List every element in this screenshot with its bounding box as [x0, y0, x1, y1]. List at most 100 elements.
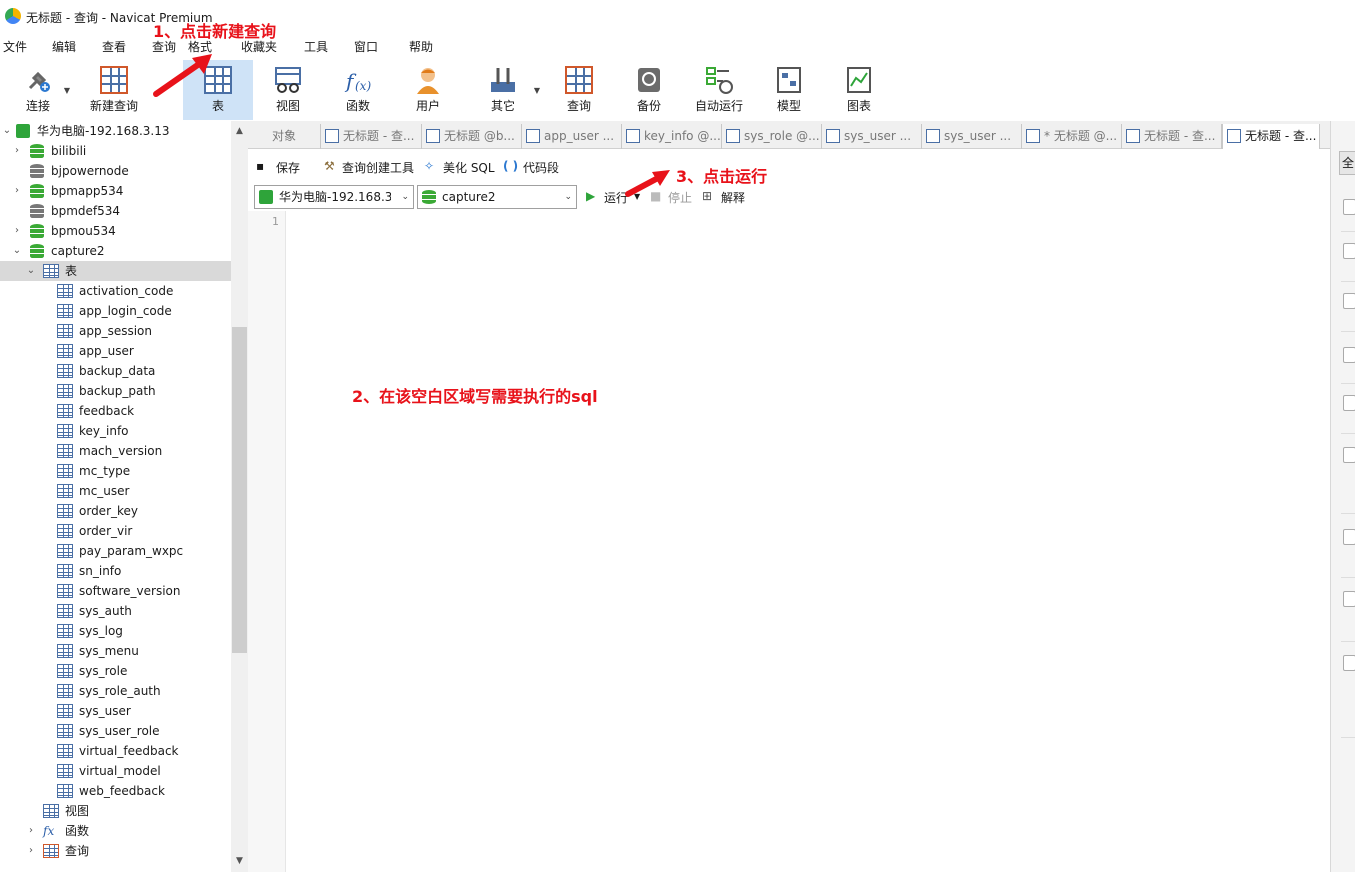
new-query-label: 新建查询	[89, 99, 138, 113]
tool-view-button[interactable]: 视图	[253, 60, 323, 120]
chevron-right-icon[interactable]: ›	[12, 221, 22, 241]
tool-query-button[interactable]: 查询	[544, 60, 614, 120]
tree-tables-folder[interactable]: ⌄ 表	[0, 261, 231, 281]
tree-database[interactable]: ⌄ capture2	[0, 241, 231, 261]
play-icon[interactable]: ▶	[586, 189, 595, 203]
tab-query[interactable]: 无标题 @b...	[422, 124, 522, 149]
scrollbar-thumb[interactable]	[232, 327, 247, 653]
tree-queries-folder[interactable]: › 查询	[0, 841, 231, 861]
connection-select[interactable]: 华为电脑-192.168.3.1 ⌄	[254, 185, 414, 209]
chevron-right-icon[interactable]: ›	[26, 841, 36, 861]
tree-table-item[interactable]: sys_auth	[0, 601, 231, 621]
tree-table-item[interactable]: mc_user	[0, 481, 231, 501]
new-query-button[interactable]: 新建查询	[84, 60, 144, 120]
tree-table-item[interactable]: mach_version	[0, 441, 231, 461]
tool-function-button[interactable]: f (x) 函数	[323, 60, 393, 120]
connect-button[interactable]: ▼ 连接	[8, 60, 70, 120]
tree-table-item[interactable]: order_vir	[0, 521, 231, 541]
scroll-up-icon[interactable]: ▲	[231, 123, 248, 140]
queries-folder-label: 查询	[65, 844, 90, 858]
table-icon	[57, 704, 73, 718]
tab-query[interactable]: sys_user ...	[822, 124, 922, 149]
tree-database[interactable]: bjpowernode	[0, 161, 231, 181]
tree-database[interactable]: › bpmapp534	[0, 181, 231, 201]
code-snippet-button[interactable]: 代码段	[523, 159, 559, 176]
tree-table-item[interactable]: sys_menu	[0, 641, 231, 661]
chevron-down-icon[interactable]: ⌄	[2, 121, 12, 141]
tree-table-item[interactable]: virtual_model	[0, 761, 231, 781]
menu-file[interactable]: 文件	[3, 38, 27, 55]
tree-database[interactable]: › bpmou534	[0, 221, 231, 241]
tool-autorun-button[interactable]: 自动运行	[684, 60, 754, 120]
tree-views-folder[interactable]: 视图	[0, 801, 231, 821]
tab-objects[interactable]: 对象	[248, 124, 321, 149]
tree-table-item[interactable]: sys_user	[0, 701, 231, 721]
tree-table-item[interactable]: backup_data	[0, 361, 231, 381]
database-select[interactable]: capture2 ⌄	[417, 185, 577, 209]
menu-edit[interactable]: 编辑	[52, 38, 76, 55]
menu-window[interactable]: 窗口	[354, 38, 378, 55]
right-panel-button[interactable]: 全	[1339, 151, 1355, 175]
menu-tools[interactable]: 工具	[304, 38, 328, 55]
tree-table-item[interactable]: virtual_feedback	[0, 741, 231, 761]
query-builder-button[interactable]: 查询创建工具	[342, 159, 414, 176]
tab-table-icon	[626, 129, 640, 143]
tool-user-button[interactable]: 用户	[393, 60, 463, 120]
tab-query[interactable]: key_info @...	[622, 124, 722, 149]
tab-query[interactable]: sys_role @...	[722, 124, 822, 149]
chevron-right-icon[interactable]: ›	[26, 821, 36, 841]
tree-scrollbar[interactable]: ▲ ▼	[231, 121, 248, 872]
tree-table-item[interactable]: app_login_code	[0, 301, 231, 321]
tree-table-item[interactable]: pay_param_wxpc	[0, 541, 231, 561]
tab-query[interactable]: * 无标题 @...	[1022, 124, 1122, 149]
tree-table-item[interactable]: sys_role_auth	[0, 681, 231, 701]
chevron-right-icon[interactable]: ›	[12, 181, 22, 201]
tree-table-item[interactable]: app_user	[0, 341, 231, 361]
chevron-down-icon[interactable]: ▼	[534, 86, 540, 95]
table-label: order_vir	[79, 524, 133, 538]
save-icon[interactable]: ▪	[256, 159, 264, 173]
tree-table-item[interactable]: mc_type	[0, 461, 231, 481]
menu-help[interactable]: 帮助	[409, 38, 433, 55]
chevron-down-icon[interactable]: ⌄	[26, 261, 36, 281]
tab-query[interactable]: 无标题 - 查...	[1222, 124, 1320, 149]
tree-table-item[interactable]: sn_info	[0, 561, 231, 581]
tool-backup-button[interactable]: 备份	[614, 60, 684, 120]
tree-table-item[interactable]: feedback	[0, 401, 231, 421]
tab-table-icon	[1026, 129, 1040, 143]
database-icon	[30, 184, 44, 199]
tree-table-item[interactable]: backup_path	[0, 381, 231, 401]
menu-view[interactable]: 查看	[102, 38, 126, 55]
tab-query[interactable]: 无标题 - 查...	[1122, 124, 1222, 149]
sql-editor[interactable]: 1	[248, 211, 1330, 872]
tab-query[interactable]: sys_user ...	[922, 124, 1022, 149]
explain-button[interactable]: 解释	[721, 189, 745, 206]
tree-table-item[interactable]: key_info	[0, 421, 231, 441]
database-icon	[30, 164, 44, 179]
tree-table-item[interactable]: sys_role	[0, 661, 231, 681]
tree-connection[interactable]: ⌄ 华为电脑-192.168.3.13	[0, 121, 231, 141]
tree-database[interactable]: › bilibili	[0, 141, 231, 161]
beautify-sql-button[interactable]: 美化 SQL	[443, 159, 495, 176]
tree-table-item[interactable]: sys_user_role	[0, 721, 231, 741]
tree-table-item[interactable]: software_version	[0, 581, 231, 601]
tree-table-item[interactable]: order_key	[0, 501, 231, 521]
scroll-down-icon[interactable]: ▼	[231, 853, 248, 870]
tree-table-item[interactable]: activation_code	[0, 281, 231, 301]
views-folder-label: 视图	[65, 804, 90, 818]
tool-chart-button[interactable]: 图表	[824, 60, 894, 120]
tool-others-button[interactable]: ▼ 其它	[468, 60, 540, 120]
tab-query[interactable]: app_user ...	[522, 124, 622, 149]
tree-database[interactable]: bpmdef534	[0, 201, 231, 221]
tree-functions-folder[interactable]: › fx 函数	[0, 821, 231, 841]
chevron-down-icon[interactable]: ⌄	[12, 241, 22, 261]
tree-table-item[interactable]: web_feedback	[0, 781, 231, 801]
tool-model-button[interactable]: 模型	[754, 60, 824, 120]
save-button[interactable]: 保存	[276, 159, 300, 176]
chevron-down-icon[interactable]: ▼	[64, 86, 70, 95]
tree-table-item[interactable]: app_session	[0, 321, 231, 341]
tab-query[interactable]: 无标题 - 查...	[321, 124, 422, 149]
table-label: web_feedback	[79, 784, 165, 798]
chevron-right-icon[interactable]: ›	[12, 141, 22, 161]
tree-table-item[interactable]: sys_log	[0, 621, 231, 641]
